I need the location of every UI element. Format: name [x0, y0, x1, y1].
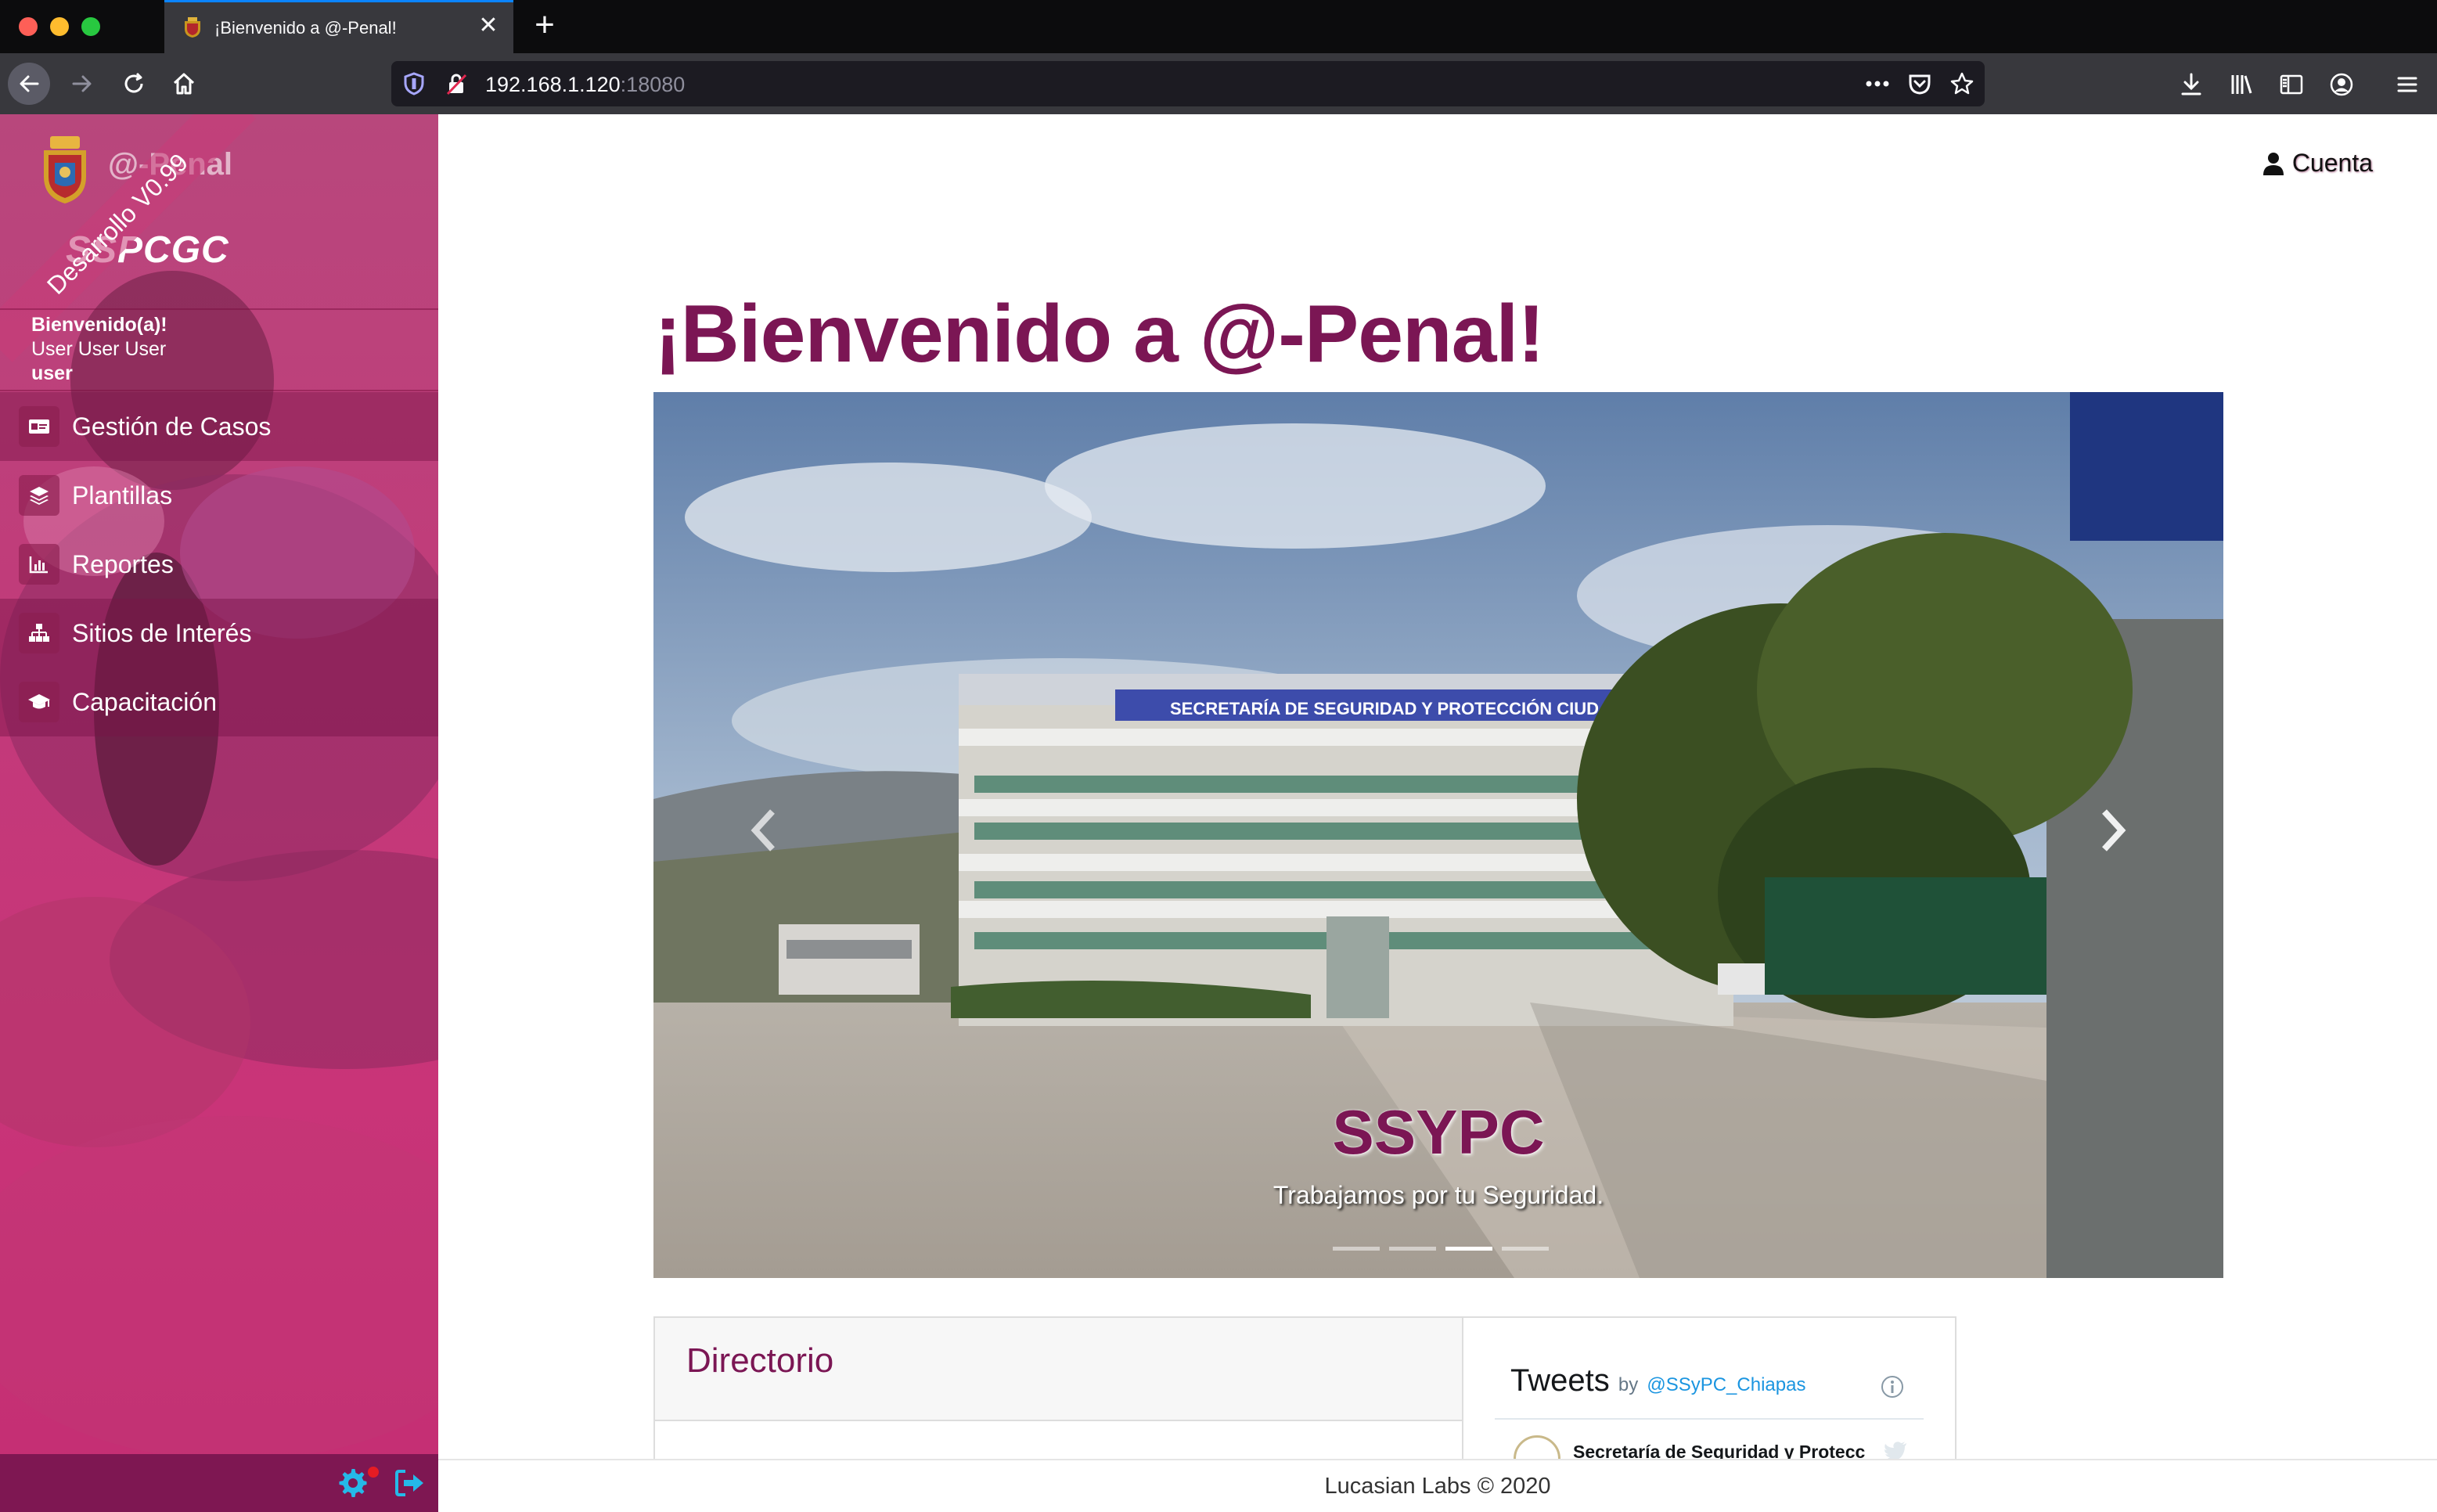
sidebar-item-label: Sitios de Interés: [72, 618, 252, 647]
sidebar-item-label: Gestión de Casos: [72, 412, 272, 441]
carousel-indicator-active[interactable]: [1445, 1247, 1492, 1251]
reload-icon: [124, 72, 143, 93]
page-title: ¡Bienvenido a @-Penal!: [654, 289, 1545, 380]
tab-close-icon[interactable]: ✕: [474, 12, 502, 40]
sitemap-icon: [19, 613, 59, 653]
bookmark-star-icon[interactable]: [1949, 70, 1975, 97]
user-full-name: User User User: [31, 338, 167, 360]
home-icon: [173, 73, 195, 95]
username: user: [31, 362, 73, 384]
arrow-left-icon: [20, 75, 39, 92]
welcome-line: Bienvenido(a)!: [31, 314, 167, 336]
directorio-header: Directorio: [655, 1318, 1489, 1421]
building-sign-text: SECRETARÍA DE SEGURIDAD Y PROTECCIÓN CIU…: [1170, 699, 1661, 718]
pocket-icon[interactable]: [1906, 70, 1933, 97]
notification-dot: [368, 1467, 379, 1478]
carousel-caption-text: Trabajamos por tu Seguridad.: [1272, 1181, 1604, 1209]
sidebar-item-capacitacion[interactable]: Capacitación: [0, 668, 438, 736]
home-button[interactable]: [163, 63, 205, 105]
graduation-cap-icon: [19, 682, 59, 722]
page-footer: Lucasian Labs © 2020: [438, 1459, 2437, 1512]
carousel-indicator[interactable]: [1389, 1247, 1436, 1251]
library-icon: [2231, 75, 2252, 94]
directorio-title: Directorio: [686, 1341, 834, 1380]
tweets-by: by: [1618, 1374, 1639, 1395]
main-content: Cuenta ¡Bienvenido a @-Penal! SECRETARÍA…: [438, 114, 2437, 1512]
sidebar-divider: [0, 390, 438, 391]
tweets-divider: [1495, 1418, 1924, 1420]
chart-icon: [19, 544, 59, 585]
sidebar-item-label: Capacitación: [72, 687, 217, 716]
browser-navigation-bar: 192.168.1.120:18080: [0, 53, 2437, 114]
sidebar-item-gestion-de-casos[interactable]: Gestión de Casos: [0, 392, 438, 461]
sidebar-item-plantillas[interactable]: Plantillas: [0, 461, 438, 530]
carousel-indicator[interactable]: [1333, 1247, 1380, 1251]
sidebar-icon: [2280, 74, 2303, 95]
tweets-title: Tweets: [1510, 1363, 1610, 1398]
url-port: :18080: [620, 73, 686, 96]
url-text[interactable]: 192.168.1.120:18080: [485, 73, 685, 97]
tab-title: ¡Bienvenido a @-Penal!: [214, 18, 397, 38]
download-icon: [2181, 73, 2201, 95]
gear-icon[interactable]: [338, 1468, 368, 1498]
reload-button[interactable]: [113, 63, 155, 105]
twitter-handle-link[interactable]: @SSyPC_Chiapas: [1647, 1374, 1805, 1395]
carousel-caption-title: SSYPC: [1332, 1097, 1545, 1167]
tracking-shield-icon[interactable]: [401, 70, 427, 97]
sidebar-divider: [0, 308, 438, 310]
sidebar-brand[interactable]: @-Penal SSPCGC Desarrollo V0.99: [0, 114, 438, 362]
logout-icon[interactable]: [394, 1468, 426, 1498]
coat-of-arms-logo: [44, 136, 86, 203]
id-card-icon: [19, 406, 59, 447]
browser-tab-active[interactable]: ¡Bienvenido a @-Penal! ✕: [164, 0, 513, 53]
layers-icon: [19, 475, 59, 516]
browser-tab-bar: ¡Bienvenido a @-Penal! ✕ +: [0, 0, 2437, 53]
arrow-right-icon: [72, 75, 92, 92]
sidebar-item-sitios-de-interes[interactable]: Sitios de Interés: [0, 599, 438, 668]
account-menu[interactable]: Cuenta: [2262, 149, 2373, 178]
back-button[interactable]: [8, 63, 50, 105]
sidebar: @-Penal SSPCGC Desarrollo V0.99 Bienveni…: [0, 114, 438, 1512]
user-welcome: Bienvenido(a)! User User User user: [31, 313, 167, 386]
carousel-next-button[interactable]: [2090, 803, 2137, 858]
coat-of-arms-icon: [185, 17, 200, 38]
address-bar[interactable]: 192.168.1.120:18080: [391, 61, 1985, 106]
hamburger-icon: [2397, 77, 2417, 92]
maximize-window-button[interactable]: [81, 17, 100, 36]
account-circle-icon: [2330, 73, 2353, 96]
user-icon: [2262, 152, 2284, 175]
carousel-prev-button[interactable]: [740, 803, 787, 858]
new-tab-button[interactable]: +: [526, 6, 563, 44]
sidebar-menu: Gestión de Casos Plantillas Reportes Sit…: [0, 392, 438, 736]
chevron-left-icon: [751, 809, 775, 851]
minimize-window-button[interactable]: [50, 17, 69, 36]
sidebar-item-reportes[interactable]: Reportes: [0, 530, 438, 599]
chevron-right-icon: [2102, 809, 2126, 851]
close-window-button[interactable]: [19, 17, 38, 36]
sidebar-toggle-button[interactable]: [2274, 67, 2309, 102]
image-carousel: SECRETARÍA DE SEGURIDAD Y PROTECCIÓN CIU…: [653, 392, 2223, 1278]
url-host: 192.168.1.120: [485, 73, 621, 96]
info-icon[interactable]: [1880, 1374, 1905, 1399]
page-actions-icon[interactable]: [1864, 70, 1891, 97]
downloads-button[interactable]: [2174, 67, 2208, 102]
account-label: Cuenta: [2291, 149, 2373, 177]
sidebar-footer: [0, 1454, 438, 1512]
library-button[interactable]: [2224, 67, 2259, 102]
firefox-account-button[interactable]: [2324, 67, 2359, 102]
sidebar-item-label: Reportes: [72, 549, 174, 578]
sidebar-item-label: Plantillas: [72, 481, 173, 509]
app-menu-button[interactable]: [2390, 67, 2424, 102]
forward-button[interactable]: [61, 63, 103, 105]
insecure-lock-icon[interactable]: [443, 70, 470, 97]
carousel-indicators: [1333, 1247, 1549, 1251]
carousel-indicator[interactable]: [1502, 1247, 1549, 1251]
tweets-header: Tweets by @SSyPC_Chiapas: [1510, 1363, 1805, 1399]
